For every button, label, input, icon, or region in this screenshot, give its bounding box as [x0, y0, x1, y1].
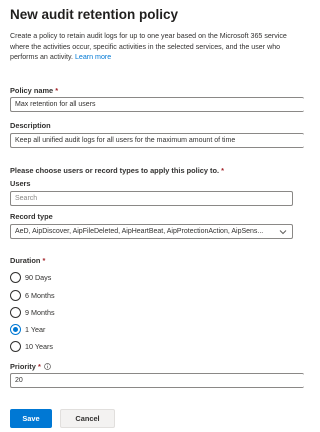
users-label: Users: [10, 179, 31, 188]
record-type-dropdown[interactable]: AeD, AipDiscover, AipFileDeleted, AipHea…: [10, 224, 293, 239]
info-icon[interactable]: [44, 363, 51, 370]
panel-description: Create a policy to retain audit logs for…: [10, 31, 296, 63]
duration-option-9-months[interactable]: 9 Months: [10, 307, 130, 319]
duration-label-text: Duration: [10, 256, 41, 265]
record-type-value: AeD, AipDiscover, AipFileDeleted, AipHea…: [15, 228, 264, 235]
radio-button[interactable]: [10, 290, 21, 301]
learn-more-link[interactable]: Learn more: [75, 53, 111, 61]
duration-option-6-months[interactable]: 6 Months: [10, 290, 130, 302]
panel-title: New audit retention policy: [10, 7, 179, 22]
cancel-button[interactable]: Cancel: [60, 409, 115, 428]
required-mark: *: [55, 86, 59, 95]
required-mark: *: [37, 362, 41, 371]
radio-button[interactable]: [10, 307, 21, 318]
radio-label: 90 Days: [25, 273, 52, 282]
radio-label: 6 Months: [25, 291, 55, 300]
description-label: Description: [10, 121, 51, 130]
radio-button[interactable]: [10, 341, 21, 352]
chevron-down-icon: [279, 230, 287, 235]
save-button[interactable]: Save: [10, 409, 52, 428]
description-input[interactable]: Keep all unified audit logs for all user…: [10, 133, 304, 148]
policy-name-label-text: Policy name: [10, 86, 54, 95]
duration-option-90-days[interactable]: 90 Days: [10, 272, 130, 284]
priority-label: Priority *: [10, 362, 51, 371]
duration-option-10-years[interactable]: 10 Years: [10, 341, 130, 353]
scope-heading: Please choose users or record types to a…: [10, 166, 224, 175]
priority-input[interactable]: 20: [10, 373, 304, 388]
radio-label: 1 Year: [25, 325, 46, 334]
radio-label: 10 Years: [25, 342, 53, 351]
duration-label: Duration *: [10, 256, 45, 265]
users-search-input[interactable]: Search: [10, 191, 293, 206]
scope-heading-text: Please choose users or record types to a…: [10, 166, 220, 175]
audit-retention-panel: New audit retention policy Create a poli…: [10, 0, 304, 432]
description-text: Create a policy to retain audit logs for…: [10, 32, 287, 61]
radio-button-selected[interactable]: [10, 324, 21, 335]
record-type-label: Record type: [10, 212, 53, 221]
radio-button[interactable]: [10, 272, 21, 283]
policy-name-input[interactable]: Max retention for all users: [10, 97, 304, 112]
required-mark: *: [42, 256, 46, 265]
policy-name-label: Policy name *: [10, 86, 58, 95]
duration-option-1-year[interactable]: 1 Year: [10, 324, 130, 336]
radio-label: 9 Months: [25, 308, 55, 317]
priority-label-text: Priority: [10, 362, 36, 371]
required-mark: *: [221, 166, 225, 175]
